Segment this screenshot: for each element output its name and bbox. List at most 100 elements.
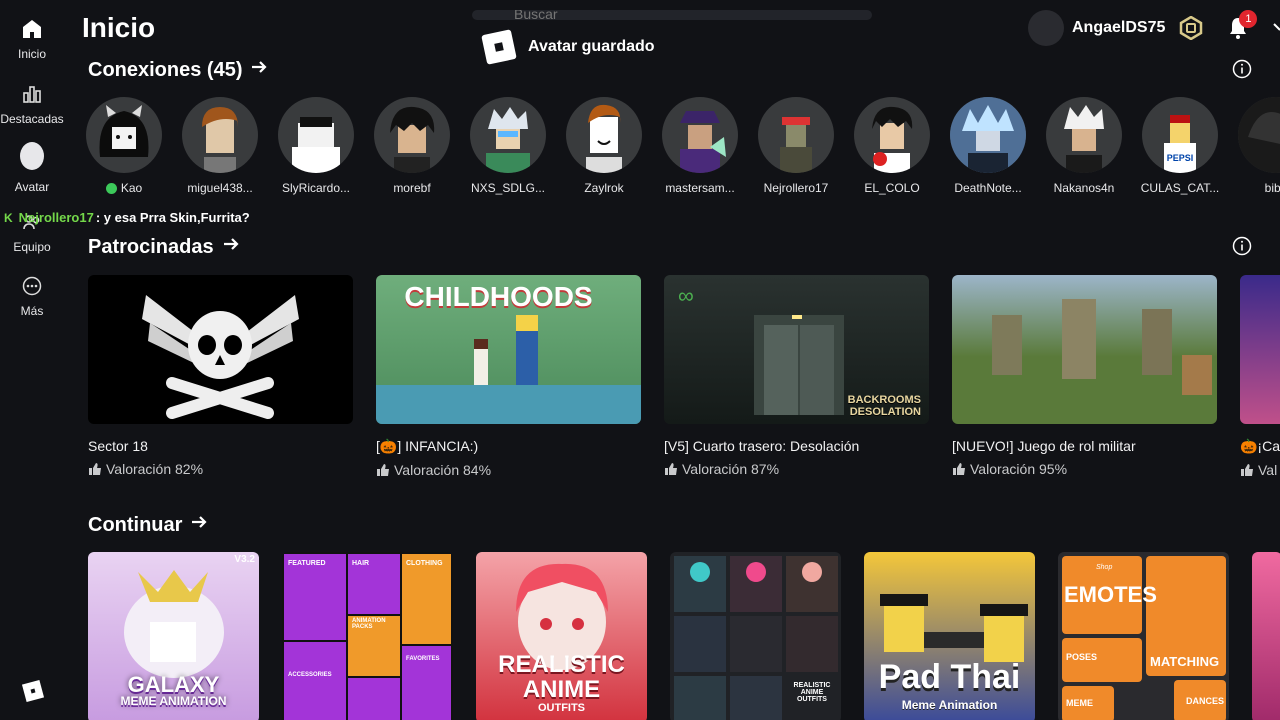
sponsored-header[interactable]: Patrocinadas (88, 235, 240, 259)
search-bar[interactable] (472, 10, 872, 20)
username[interactable]: AngaelDS75 (1072, 19, 1165, 37)
friend-item[interactable]: SlyRicardo... (278, 97, 354, 195)
thumbnail-subtitle: MEME ANIMATION (120, 694, 227, 708)
avatar (662, 97, 738, 173)
thumbs-up-icon (376, 463, 390, 477)
friend-item[interactable]: bibo (1238, 97, 1280, 195)
avatar (470, 97, 546, 173)
experience-card[interactable]: Pad Thai Meme Animation (864, 552, 1035, 720)
thumbnail-title: BACKROOMS DESOLATION (847, 394, 921, 418)
sidebar-item-avatar[interactable]: Avatar (0, 142, 64, 194)
sidebar: Inicio Destacadas Avatar Equipo Más (0, 0, 64, 720)
game-rating: Valoración 84% (376, 462, 641, 478)
info-icon[interactable] (1232, 59, 1252, 79)
friends-list: Kao miguel438... SlyRicardo... morebf NX… (86, 97, 1280, 195)
game-title: [🎃] INFANCIA:) (376, 438, 479, 454)
friend-name: bibo (1264, 181, 1280, 195)
avatar (182, 97, 258, 173)
game-rating: Valoración 87% (664, 461, 929, 477)
notifications-button[interactable]: 1 (1227, 10, 1258, 40)
friend-name: SlyRicardo... (281, 181, 351, 195)
sidebar-item-featured[interactable]: Destacadas (0, 82, 64, 126)
friend-name: Zaylrok (584, 181, 624, 195)
thumbs-up-icon (88, 462, 102, 476)
experience-card[interactable]: Shop EMOTES POSES MATCHING MEME DANCES (1058, 552, 1229, 720)
game-thumbnail: ∞ BACKROOMS DESOLATION (664, 275, 929, 424)
game-thumbnail (1240, 275, 1280, 424)
home-icon (20, 17, 44, 41)
sidebar-item-label: Inicio (17, 47, 46, 61)
sidebar-item-label: Más (20, 304, 44, 318)
avatar (86, 97, 162, 173)
friend-item[interactable]: morebf (374, 97, 450, 195)
friend-item[interactable]: NXS_SDLG... (470, 97, 546, 195)
avatar (950, 97, 1026, 173)
sidebar-item-label: Destacadas (0, 112, 64, 126)
experience-card[interactable] (1252, 552, 1280, 720)
robux-icon[interactable] (1179, 15, 1203, 41)
category-label: DANCES (1186, 696, 1225, 706)
game-card[interactable]: Sector 18 Valoración 82% (88, 275, 353, 478)
avatar (758, 97, 834, 173)
friend-item[interactable]: mastersam... (662, 97, 738, 195)
game-card[interactable]: [NUEVO!] Juego de rol militar Valoración… (952, 275, 1217, 478)
info-icon[interactable] (1232, 236, 1252, 256)
chat-username[interactable]: Nejrollero17 (19, 210, 94, 225)
game-title: [V5] Cuarto trasero: Desolación (664, 438, 860, 454)
rating-text: Valoración 82% (106, 461, 204, 477)
friend-item[interactable]: Nakanos4n (1046, 97, 1122, 195)
thumbnail-title: EMOTES (1064, 582, 1157, 607)
chevron-down-icon[interactable] (1272, 18, 1280, 38)
toast-notification: Avatar guardado (481, 29, 655, 65)
experience-card[interactable]: REALISTIC ANIME OUTFITS (670, 552, 841, 720)
friend-item[interactable]: Nejrollero17 (758, 97, 834, 195)
sidebar-item-more[interactable]: Más (0, 274, 64, 318)
game-card[interactable]: 🎃¡Ca Val (1240, 275, 1280, 478)
experience-card[interactable]: REALISTIC ANIME OUTFITS (476, 552, 647, 720)
friend-name: mastersam... (665, 181, 735, 195)
avatar (566, 97, 642, 173)
roblox-logo-icon[interactable] (21, 679, 45, 703)
category-label: CLOTHING (406, 560, 443, 567)
rating-text: Val (1258, 462, 1278, 478)
arrow-right-icon (190, 513, 208, 537)
friend-item[interactable]: Kao (86, 97, 162, 195)
category-label: MEME (1066, 698, 1093, 708)
more-icon (20, 274, 44, 298)
game-card[interactable]: CHILDHOODS [🎃] INFANCIA:) Valoración 84% (376, 275, 641, 478)
continue-list: V3.2 GALAXY MEME ANIMATION FEATURED HAIR… (88, 552, 1280, 720)
section-title: Conexiones (45) (88, 58, 243, 81)
connections-header[interactable]: Conexiones (45) (88, 58, 268, 82)
friend-item[interactable]: EL_COLO (854, 97, 930, 195)
game-rating: Valoración 82% (88, 461, 353, 477)
category-label: FEATURED (288, 560, 326, 567)
game-thumbnail: CHILDHOODS (376, 275, 641, 424)
thumbnail-title: REALISTIC ANIME OUTFITS (793, 682, 831, 703)
friend-name: Nejrollero17 (763, 181, 829, 195)
category-label: ANIMATION PACKS (352, 618, 386, 630)
friend-item[interactable]: miguel438... (182, 97, 258, 195)
page-title: Inicio (82, 12, 156, 43)
game-thumbnail (952, 275, 1217, 424)
sidebar-item-home[interactable]: Inicio (0, 17, 64, 61)
game-title: 🎃¡Ca (1240, 438, 1280, 454)
game-title: Sector 18 (88, 438, 148, 454)
friend-item[interactable]: PEPSI CULAS_CAT... (1141, 97, 1219, 195)
rating-text: Valoración 87% (682, 461, 780, 477)
thumbs-up-icon (664, 462, 678, 476)
avatar[interactable] (1028, 10, 1064, 46)
continue-header[interactable]: Continuar (88, 513, 208, 537)
chart-icon (20, 82, 44, 106)
friend-item[interactable]: DeathNote... (950, 97, 1026, 195)
experience-card[interactable]: FEATURED HAIR CLOTHING ANIMATION PACKS A… (282, 552, 453, 720)
game-card[interactable]: ∞ BACKROOMS DESOLATION [V5] Cuarto trase… (664, 275, 929, 478)
avatar (278, 97, 354, 173)
experience-card[interactable]: V3.2 GALAXY MEME ANIMATION (88, 552, 259, 720)
game-rating: Val (1240, 462, 1280, 478)
friend-name: NXS_SDLG... (470, 181, 546, 195)
search-input[interactable] (514, 10, 814, 20)
friend-item[interactable]: Zaylrok (566, 97, 642, 195)
notification-badge: 1 (1239, 10, 1258, 28)
chat-icon: K (4, 210, 13, 225)
friend-name-wrap: Kao (76, 181, 172, 195)
